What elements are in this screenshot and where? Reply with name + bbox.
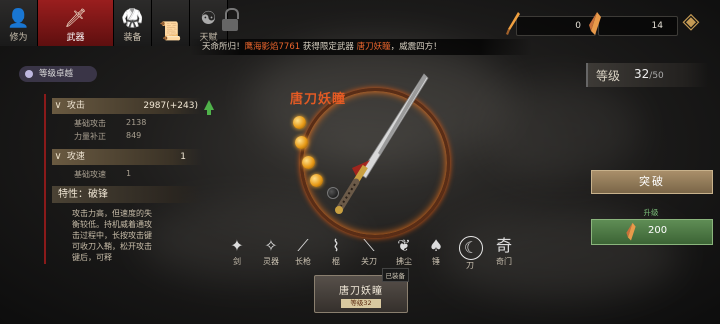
breakthrough-button[interactable]: 突破 xyxy=(591,170,713,194)
upgrade-section: 升级 200 xyxy=(591,207,713,245)
spirit-weapon-icon: ✧ xyxy=(264,236,278,255)
weapon-type-label: 锤 xyxy=(432,257,440,266)
equipped-weapon-level: 等级32 xyxy=(341,299,381,308)
weapon-type-label: 拂尘 xyxy=(396,257,412,266)
weapon-type-label: 剑 xyxy=(233,257,241,266)
weapon-type-whisk[interactable]: ❦ 拂尘 xyxy=(393,236,415,267)
upgrade-cost: 200 xyxy=(648,225,668,236)
staff-icon: ⌇ xyxy=(332,236,340,255)
level-current: 32 xyxy=(634,67,650,81)
spear-icon: ⟋ xyxy=(297,236,309,255)
weapon-type-qimen[interactable]: 奇 奇门 xyxy=(493,236,515,267)
weapon-level-display: 等级 32/50 xyxy=(586,63,708,87)
qimen-icon: 奇 xyxy=(495,236,512,255)
weapon-type-spear[interactable]: ⟋ 长枪 xyxy=(292,236,314,267)
upgrade-label: 升级 xyxy=(643,208,659,217)
upgrade-button[interactable]: 200 xyxy=(591,219,713,245)
hammer-icon: ♠ xyxy=(428,236,444,255)
level-value: 32/50 xyxy=(634,67,664,81)
whisk-icon: ❦ xyxy=(397,236,411,255)
weapon-type-spirit[interactable]: ✧ 灵器 xyxy=(260,236,282,267)
weapon-type-blade[interactable]: ☾ 刀 xyxy=(459,236,483,271)
sword-icon: ✦ xyxy=(230,236,244,255)
weapon-type-hammer[interactable]: ♠ 锤 xyxy=(425,236,447,267)
level-max: /50 xyxy=(649,71,664,81)
weapon-type-label: 奇门 xyxy=(496,257,512,266)
weapon-type-label: 刀 xyxy=(466,261,474,270)
weapon-type-label: 关刀 xyxy=(361,257,377,266)
level-label: 等级 xyxy=(596,69,621,83)
weapon-type-label: 长枪 xyxy=(295,257,311,266)
guandao-icon: ⟍ xyxy=(363,236,375,255)
weapon-type-staff[interactable]: ⌇ 棍 xyxy=(325,236,347,267)
equipped-weapon-name: 唐刀妖瞳 xyxy=(339,286,383,297)
weapon-type-sword[interactable]: ✦ 剑 xyxy=(226,236,248,267)
crystal-shard-icon xyxy=(626,222,636,241)
blade-icon: ☾ xyxy=(459,236,483,260)
weapon-type-label: 棍 xyxy=(332,257,340,266)
equipped-badge: 已装备 xyxy=(381,268,409,282)
weapon-type-guandao[interactable]: ⟍ 关刀 xyxy=(358,236,380,267)
weapon-type-label: 灵器 xyxy=(263,257,279,266)
equipped-weapon-card[interactable]: 已装备 唐刀妖瞳 等级32 xyxy=(314,268,409,313)
